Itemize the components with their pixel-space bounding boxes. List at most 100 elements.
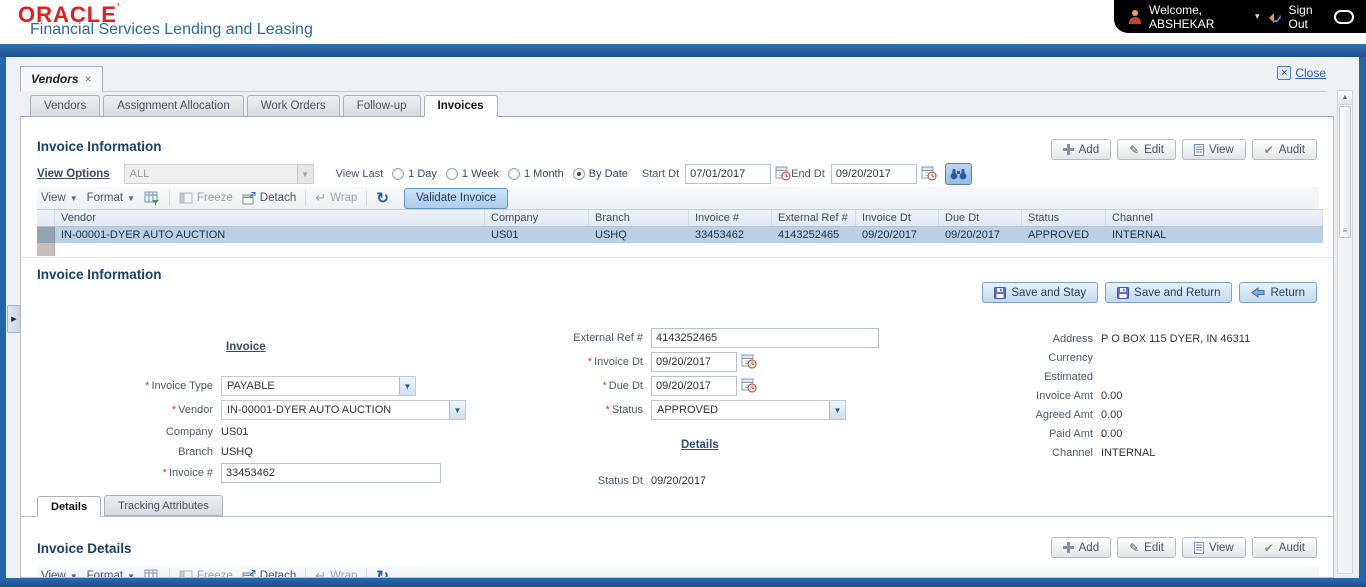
invoice-dt-input[interactable] (651, 352, 737, 372)
session-oval-icon[interactable] (1333, 9, 1355, 24)
column-header-branch[interactable]: Branch (589, 210, 689, 226)
tab-work-orders[interactable]: Work Orders (246, 95, 340, 117)
wrap-button[interactable]: ↵ Wrap (315, 190, 357, 206)
tab-follow-up[interactable]: Follow-up (342, 95, 421, 117)
tab-vendors[interactable]: Vendors (30, 95, 101, 117)
add-label: Add (1078, 143, 1100, 156)
tab-assignment-allocation[interactable]: Assignment Allocation (103, 95, 244, 117)
status-dropdown[interactable]: APPROVED ▼ (651, 400, 846, 420)
view-button[interactable]: View (1182, 139, 1246, 160)
add-button[interactable]: Add (1050, 139, 1112, 160)
details-detach-button[interactable]: Detach (242, 569, 296, 577)
user-bar: Welcome, ABSHEKAR ▾ Sign Out (1114, 0, 1366, 33)
invoice-type-dropdown[interactable]: PAYABLE ▼ (221, 376, 416, 396)
details-edit-button[interactable]: ✎ Edit (1117, 537, 1176, 558)
details-query-by-example-button[interactable] (144, 569, 160, 577)
tab-tracking-attributes[interactable]: Tracking Attributes (104, 495, 223, 516)
company-value: US01 (221, 426, 249, 438)
scroll-up-icon[interactable]: ▲ (1338, 91, 1352, 105)
view-options-dropdown[interactable]: ALL ▼ (123, 164, 314, 184)
invoice-table-row-selected[interactable]: IN-00001-DYER AUTO AUCTION US01 USHQ 334… (37, 227, 1323, 243)
chevron-down-icon: ▼ (69, 193, 78, 203)
view-menu[interactable]: View ▼ (41, 192, 78, 204)
section-divider (21, 257, 1333, 258)
dropdown-arrow-icon: ▼ (449, 401, 465, 419)
validate-invoice-button[interactable]: Validate Invoice (403, 187, 509, 209)
view-label: View (1209, 143, 1234, 156)
end-date-calendar-icon[interactable] (921, 165, 937, 184)
return-label: Return (1270, 286, 1305, 299)
sign-out-icon (1267, 10, 1282, 24)
tab-invoices[interactable]: Invoices (423, 95, 498, 117)
welcome-user-menu[interactable]: Welcome, ABSHEKAR (1149, 3, 1248, 31)
tab-details[interactable]: Details (37, 496, 102, 517)
sidebar-collapse-handle[interactable]: ▶ (7, 305, 21, 333)
view-options-label[interactable]: View Options (37, 168, 110, 180)
freeze-button[interactable]: Freeze (179, 192, 233, 204)
details-freeze-button[interactable]: Freeze (179, 570, 233, 577)
user-avatar-icon (1128, 9, 1142, 24)
end-date-input[interactable] (830, 164, 917, 184)
window-tab-label: Vendors (31, 72, 79, 86)
status-value: APPROVED (657, 404, 719, 416)
edit-button[interactable]: ✎ Edit (1117, 139, 1176, 160)
row-selector[interactable] (37, 227, 55, 243)
radio-by-date[interactable]: By Date (572, 168, 628, 180)
column-header-external-ref[interactable]: External Ref # (772, 210, 856, 226)
required-marker: * (162, 467, 167, 479)
close-button[interactable]: × Close (1277, 66, 1326, 80)
details-audit-button[interactable]: ✔ Audit (1251, 537, 1317, 558)
column-header-channel[interactable]: Channel (1106, 210, 1323, 226)
start-date-input[interactable] (685, 164, 772, 184)
due-dt-input[interactable] (651, 376, 737, 396)
details-add-button[interactable]: Add (1050, 537, 1112, 558)
radio-1-week[interactable]: 1 Week (445, 168, 499, 180)
details-view-menu[interactable]: View ▼ (41, 570, 78, 577)
column-header-due-dt[interactable]: Due Dt (939, 210, 1022, 226)
query-by-example-button[interactable] (144, 191, 160, 206)
return-button[interactable]: Return (1239, 282, 1317, 303)
column-header-company[interactable]: Company (485, 210, 589, 226)
external-ref-input[interactable] (651, 327, 879, 348)
detail-tabstrip: Details Tracking Attributes (21, 495, 1333, 517)
search-button[interactable] (944, 163, 972, 185)
radio-by-date-label: By Date (588, 168, 628, 180)
toolbar-separator (305, 568, 307, 577)
wrap-icon: ↵ (315, 568, 327, 578)
detach-button[interactable]: Detach (242, 191, 296, 205)
due-dt-calendar-icon[interactable] (741, 377, 757, 396)
window-tab-vendors[interactable]: Vendors × (20, 66, 103, 92)
radio-1-month[interactable]: 1 Month (507, 168, 564, 180)
details-format-menu[interactable]: Format ▼ (87, 570, 135, 577)
close-tab-icon[interactable]: × (85, 72, 92, 86)
column-header-status[interactable]: Status (1022, 210, 1106, 226)
vertical-scrollbar[interactable]: ▲ ≡ (1337, 90, 1353, 574)
wrap-label: Wrap (330, 192, 358, 204)
invoice-type-label: * Invoice Type (145, 380, 213, 392)
sign-out-link[interactable]: Sign Out (1289, 3, 1327, 31)
refresh-icon: ↻ (376, 190, 389, 207)
details-view-button[interactable]: View (1182, 537, 1246, 558)
column-header-invoice-dt[interactable]: Invoice Dt (856, 210, 939, 226)
cell-branch: USHQ (595, 229, 627, 241)
invoice-no-input[interactable] (221, 463, 441, 483)
vendor-dropdown[interactable]: IN-00001-DYER AUTO AUCTION ▼ (221, 400, 466, 420)
application-window: ORACLEʼ Financial Services Lending and L… (0, 0, 1366, 587)
form-action-buttons: Save and Stay Save and Return Return (982, 282, 1317, 303)
table-filter-icon (144, 569, 158, 577)
save-and-stay-button[interactable]: Save and Stay (982, 282, 1099, 303)
plus-icon (1062, 144, 1074, 155)
radio-1-day[interactable]: 1 Day (392, 168, 437, 180)
refresh-button[interactable]: ↻ (376, 189, 389, 207)
start-date-calendar-icon[interactable] (775, 165, 791, 184)
details-refresh-button[interactable]: ↻ (376, 567, 389, 577)
invoice-information-section-title: Invoice Information (37, 139, 162, 154)
details-wrap-button[interactable]: ↵ Wrap (315, 568, 357, 578)
audit-button[interactable]: ✔ Audit (1251, 139, 1317, 160)
column-header-vendor[interactable]: Vendor (55, 210, 485, 226)
save-and-return-button[interactable]: Save and Return (1105, 282, 1233, 303)
column-header-invoice-no[interactable]: Invoice # (689, 210, 772, 226)
scrollbar-thumb[interactable]: ≡ (1339, 106, 1351, 238)
format-menu[interactable]: Format ▼ (87, 192, 135, 204)
invoice-dt-calendar-icon[interactable] (741, 353, 757, 372)
